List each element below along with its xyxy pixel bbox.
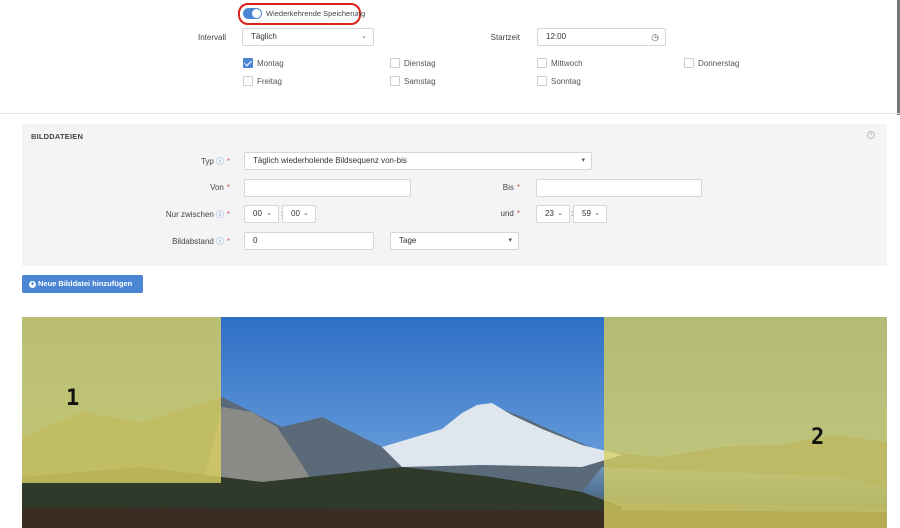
caret-down-icon: ▾ <box>508 237 512 244</box>
chevron-down-icon: ⌄ <box>361 33 367 40</box>
from-date-input[interactable] <box>244 179 411 197</box>
type-value: Täglich wiederholende Bildsequenz von-bi… <box>253 156 407 165</box>
overlay-region-2 <box>604 317 887 528</box>
required-marker: * <box>226 157 230 166</box>
interval-label: Intervall <box>197 33 226 42</box>
required-marker: * <box>516 183 520 192</box>
between-hour-value: 00 <box>253 209 262 218</box>
checkbox-montag[interactable] <box>243 58 253 68</box>
only-between-label: Nur zwischen <box>165 210 214 219</box>
day-label-dienstag: Dienstag <box>404 59 436 68</box>
caret-down-icon: ▾ <box>581 157 585 164</box>
clock-icon: ◷ <box>651 32 659 42</box>
and-hour-select[interactable]: 23 ⌄ <box>536 205 570 223</box>
info-icon: ⓘ <box>215 237 224 246</box>
checkbox-samstag[interactable] <box>390 76 400 86</box>
required-marker: * <box>226 210 230 219</box>
only-between-label-group: Nur zwischen ⓘ * <box>130 209 230 220</box>
type-label-group: Typ ⓘ * <box>150 156 230 167</box>
plus-circle-icon: + <box>29 280 36 288</box>
chevron-down-icon: ⌄ <box>266 210 272 217</box>
info-icon: ⓘ <box>215 157 224 166</box>
start-time-value: 12:00 <box>546 32 567 41</box>
image-files-title: BILDDATEIEN <box>31 132 84 141</box>
info-icon: ⓘ <box>215 210 224 219</box>
between-hour-select[interactable]: 00 ⌄ <box>244 205 279 223</box>
recurring-toggle[interactable] <box>243 8 262 19</box>
add-image-file-label: Neue Bilddatei hinzufügen <box>38 279 133 288</box>
interval-unit-select[interactable]: Tage ▾ <box>390 232 519 250</box>
day-label-samstag: Samstag <box>404 77 436 86</box>
overlay-number-1: 1 <box>66 386 80 411</box>
and-label: und <box>500 209 514 218</box>
type-label: Typ <box>200 157 214 166</box>
and-minute-select[interactable]: 59 ⌄ <box>573 205 607 223</box>
interval-distance-input[interactable]: 0 <box>244 232 374 250</box>
day-label-freitag: Freitag <box>257 77 282 86</box>
overlay-region-1 <box>22 317 221 483</box>
start-time-input[interactable]: 12:00 ◷ <box>537 28 666 46</box>
and-label-group: und * <box>460 209 520 218</box>
to-date-input[interactable] <box>536 179 702 197</box>
to-label: Bis <box>502 183 514 192</box>
chevron-down-icon: ⌄ <box>303 210 309 217</box>
checkbox-donnerstag[interactable] <box>684 58 694 68</box>
recurring-toggle-label: Wiederkehrende Speicherung <box>266 9 366 18</box>
interval-value: Täglich <box>251 32 277 41</box>
from-label: Von <box>210 183 224 192</box>
and-minute-value: 59 <box>582 209 591 218</box>
day-label-mittwoch: Mittwoch <box>551 59 583 68</box>
day-label-sonntag: Sonntag <box>551 77 581 86</box>
interval-distance-label: Bildabstand <box>172 237 214 246</box>
type-select[interactable]: Täglich wiederholende Bildsequenz von-bi… <box>244 152 592 170</box>
checkbox-freitag[interactable] <box>243 76 253 86</box>
remove-circle-icon[interactable]: × <box>867 131 875 139</box>
required-marker: * <box>226 183 230 192</box>
start-time-label: Startzeit <box>490 33 520 42</box>
required-marker: * <box>516 209 520 218</box>
section-divider <box>0 113 900 114</box>
between-minute-value: 00 <box>291 209 300 218</box>
interval-distance-label-group: Bildabstand ⓘ * <box>130 236 230 247</box>
interval-distance-value: 0 <box>253 236 258 245</box>
between-minute-select[interactable]: 00 ⌄ <box>282 205 316 223</box>
toggle-knob <box>252 9 261 18</box>
chevron-down-icon: ⌄ <box>557 210 563 217</box>
checkbox-dienstag[interactable] <box>390 58 400 68</box>
required-marker: * <box>226 237 230 246</box>
overlay-number-2: 2 <box>811 425 825 450</box>
chevron-down-icon: ⌄ <box>594 210 600 217</box>
day-label-donnerstag: Donnerstag <box>698 59 740 68</box>
interval-select[interactable]: Täglich ⌄ <box>242 28 374 46</box>
day-label-montag: Montag <box>257 59 284 68</box>
and-hour-value: 23 <box>545 209 554 218</box>
to-label-group: Bis * <box>460 183 520 192</box>
checkbox-mittwoch[interactable] <box>537 58 547 68</box>
interval-unit-value: Tage <box>399 236 417 245</box>
from-label-group: Von * <box>150 183 230 192</box>
checkbox-sonntag[interactable] <box>537 76 547 86</box>
add-image-file-button[interactable]: + Neue Bilddatei hinzufügen <box>22 275 143 293</box>
